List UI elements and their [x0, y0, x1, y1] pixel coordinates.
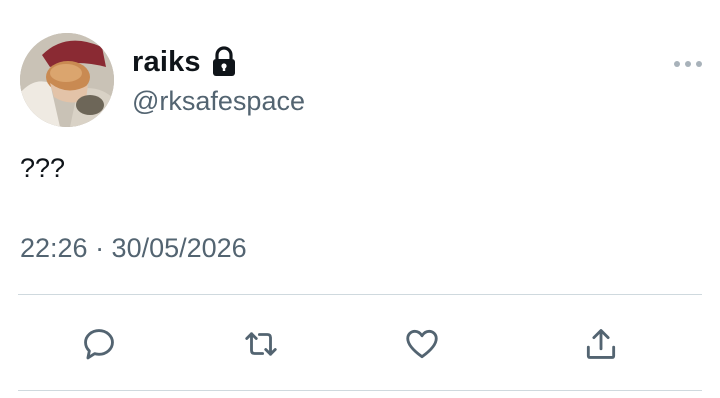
display-name[interactable]: raiks — [132, 46, 201, 79]
tweet-timestamp[interactable]: 22:26 · 30/05/2026 — [20, 233, 247, 264]
divider-top — [18, 294, 702, 295]
share-button[interactable] — [581, 324, 621, 364]
retweet-icon — [245, 332, 277, 356]
share-icon — [586, 329, 616, 359]
retweet-button[interactable] — [241, 324, 281, 364]
lock-icon — [211, 46, 237, 78]
heart-icon — [406, 329, 438, 359]
reply-button[interactable] — [79, 324, 119, 364]
avatar[interactable] — [20, 33, 114, 127]
like-button[interactable] — [402, 324, 442, 364]
divider-bottom — [18, 390, 702, 391]
tweet-text: ??? — [20, 153, 66, 183]
reply-icon — [84, 329, 114, 360]
author-handle[interactable]: @rksafespace — [132, 86, 305, 117]
author-name-row: raiks — [132, 42, 237, 82]
more-icon[interactable] — [672, 56, 704, 72]
